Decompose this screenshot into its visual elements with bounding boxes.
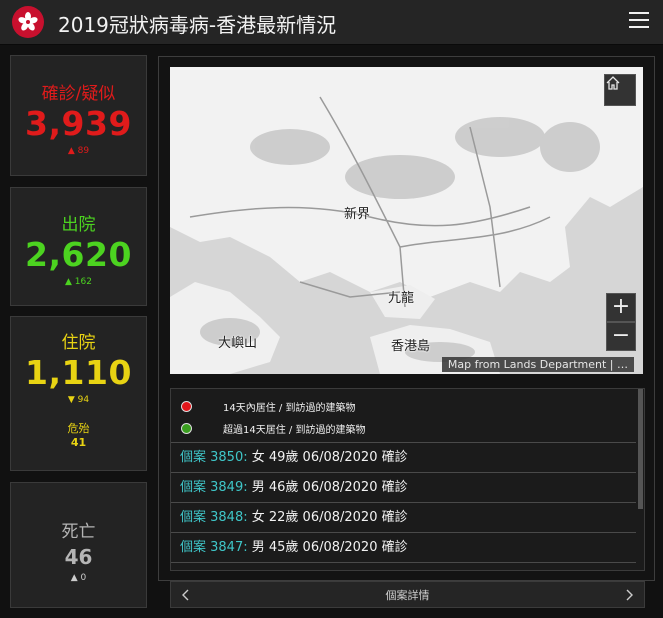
green-dot-icon [181,423,192,434]
case-row[interactable]: 個案 3849: 男 46歲 06/08/2020 確診 [171,472,637,501]
case-row-divider [171,562,637,570]
case-id: 個案 3850: [180,450,248,465]
critical-count: 41 [70,436,87,449]
map-label-lantau: 大嶼山 [218,336,258,351]
discharged-count: 2,620 [25,235,132,274]
case-row[interactable]: 個案 3848: 女 22歲 06/08/2020 確診 [171,502,637,531]
case-list-scrollbar[interactable] [636,389,644,570]
map-view[interactable]: 新界 九龍 大嶼山 香港島 + − Map from Lands Departm… [170,67,643,374]
legend-text-recent: 14天內居住 / 到訪過的建築物 [223,403,356,414]
case-list[interactable]: 14天內居住 / 到訪過的建築物 超過14天居住 / 到訪過的建築物 個案 38… [170,388,645,571]
case-detail-nav: 個案詳情 [170,581,645,608]
confirmed-delta: ▲ 89 [67,146,90,156]
red-dot-icon [181,401,192,412]
map-label-hk-island: 香港島 [391,339,431,354]
case-detail: 女 22歲 06/08/2020 確診 [247,510,408,525]
next-page-button[interactable] [622,587,636,603]
deaths-count: 46 [64,545,93,569]
deaths-delta: ▲ 0 [70,573,87,583]
hksar-logo [12,6,44,38]
zoom-in-button[interactable]: + [606,293,636,322]
home-button[interactable] [604,74,636,106]
home-icon [606,76,620,90]
app-title: 2019冠狀病毒病-香港最新情況 [58,13,337,37]
discharged-delta: ▲ 162 [65,277,92,287]
discharged-card: 出院 2,620 ▲ 162 [10,187,147,306]
critical-label: 危殆 [67,422,90,435]
case-id: 個案 3847: [180,540,248,555]
map-attribution: Map from Lands Department | … [441,357,634,372]
case-row[interactable]: 個案 3847: 男 45歲 06/08/2020 確診 [171,532,637,561]
case-detail: 男 45歲 06/08/2020 確診 [247,540,408,555]
map-terrain [170,67,643,374]
confirmed-count: 3,939 [25,104,132,143]
map-label-new-territories: 新界 [344,207,371,222]
discharged-label: 出院 [61,215,96,235]
hospitalised-count: 1,110 [25,353,132,392]
legend-item-recent: 14天內居住 / 到訪過的建築物 [181,399,355,415]
confirmed-card: 確診/疑似 3,939 ▲ 89 [10,55,147,176]
confirmed-label: 確診/疑似 [41,84,116,104]
case-detail: 男 46歲 06/08/2020 確診 [247,480,408,495]
hospitalised-delta: ▼ 94 [67,395,90,405]
hospitalised-label: 住院 [61,333,96,353]
zoom-out-button[interactable]: − [606,322,636,351]
map-label-kowloon: 九龍 [388,291,415,306]
case-details-label[interactable]: 個案詳情 [171,587,644,603]
hospitalised-card: 住院 1,110 ▼ 94 危殆 41 [10,316,147,471]
chevron-right-icon [626,589,633,601]
deaths-card: 死亡 46 ▲ 0 [10,482,147,608]
top-bar: 2019冠狀病毒病-香港最新情況 [0,0,663,45]
legend-text-older: 超過14天居住 / 到訪過的建築物 [223,425,366,436]
case-id: 個案 3849: [180,480,248,495]
case-row[interactable]: 個案 3850: 女 49歲 06/08/2020 確診 [171,442,637,471]
case-detail: 女 49歲 06/08/2020 確診 [247,450,408,465]
deaths-label: 死亡 [61,522,96,542]
legend-item-older: 超過14天居住 / 到訪過的建築物 [181,421,365,437]
scroll-thumb[interactable] [638,389,643,509]
hamburger-menu-icon[interactable] [629,12,649,30]
case-id: 個案 3848: [180,510,248,525]
